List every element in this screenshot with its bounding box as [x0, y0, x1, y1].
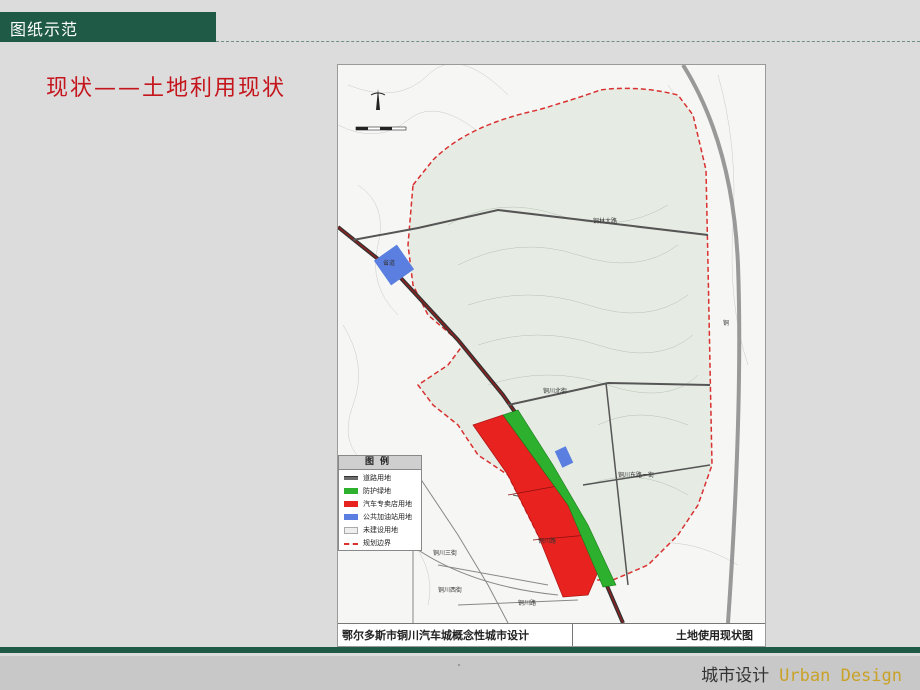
blue-swatch — [344, 514, 358, 520]
section-label: 图纸示范 — [10, 20, 79, 39]
footer-cn: 城市设计 — [701, 666, 770, 686]
road-label-lower-1: 铜川北街 — [543, 387, 567, 395]
scale-bar — [355, 126, 407, 131]
land-use-map: 铜林大路 铜 铜川北街 铜川东路一街 省道 铜川路 铜川西街 铜川三街 铜川路 … — [337, 64, 766, 647]
footer-branding: 城市设计 Urban Design — [701, 661, 902, 686]
section-header-tab: 图纸示范 — [0, 12, 216, 42]
footer-en: Urban Design — [779, 666, 902, 686]
road-swatch — [344, 476, 358, 480]
footer-divider — [572, 624, 573, 646]
legend-item: 规划边界 — [339, 537, 421, 548]
legend-item: 防护绿地 — [339, 485, 421, 496]
road-label-inner: 铜川路 — [538, 537, 556, 545]
center-dot — [458, 664, 460, 666]
header-divider — [216, 41, 920, 42]
road-label-north: 铜林大路 — [593, 217, 617, 225]
map-legend: 图例 道路用地 防护绿地 汽车专卖店用地 公共加油站用地 未建设用地 规划边界 — [338, 455, 422, 551]
road-label-east: 铜 — [723, 319, 729, 327]
legend-item: 道路用地 — [339, 472, 421, 483]
legend-item: 未建设用地 — [339, 524, 421, 535]
footer-band — [0, 647, 920, 653]
map-title: 土地使用现状图 — [676, 629, 753, 642]
road-label-south-west: 铜川西街 — [438, 586, 462, 594]
slide-title: 现状——土地利用现状 — [46, 76, 287, 101]
legend-item: 公共加油站用地 — [339, 511, 421, 522]
map-title-bar: 鄂尔多斯市铜川汽车城概念性城市设计 土地使用现状图 — [338, 623, 765, 646]
boundary-swatch — [344, 543, 358, 545]
legend-title: 图例 — [339, 456, 421, 470]
empty-swatch — [344, 527, 358, 534]
project-title: 鄂尔多斯市铜川汽车城概念性城市设计 — [342, 629, 529, 642]
road-label-sw-street: 铜川三街 — [433, 549, 457, 557]
green-swatch — [344, 488, 358, 494]
red-swatch — [344, 501, 358, 507]
legend-item: 汽车专卖店用地 — [339, 498, 421, 509]
road-label-diag: 省道 — [383, 259, 395, 267]
road-label-lower-2: 铜川东路一街 — [618, 471, 654, 479]
road-label-south: 铜川路 — [518, 599, 536, 607]
